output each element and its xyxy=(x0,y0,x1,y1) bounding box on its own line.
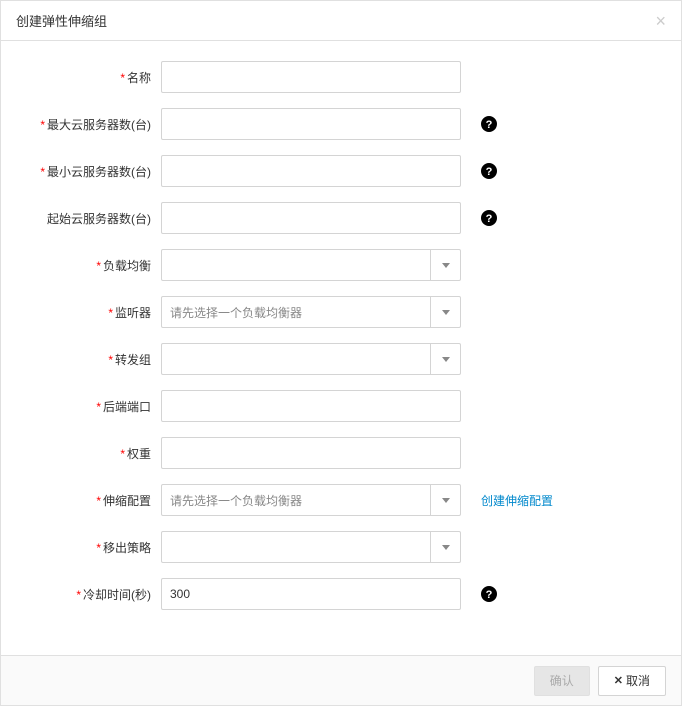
label-forward-group: *转发组 xyxy=(21,351,161,368)
form-row-removal-policy: *移出策略 xyxy=(21,531,661,563)
close-button[interactable]: × xyxy=(655,12,666,30)
modal-body: *名称 *最大云服务器数(台) ? *最小云服务器数(台) ? xyxy=(1,41,681,655)
label-listener: *监听器 xyxy=(21,304,161,321)
form-row-initial-servers: 起始云服务器数(台) ? xyxy=(21,202,661,234)
initial-servers-input[interactable] xyxy=(161,202,461,234)
form-row-listener: *监听器 请先选择一个负载均衡器 xyxy=(21,296,661,328)
form-row-max-servers: *最大云服务器数(台) ? xyxy=(21,108,661,140)
form-row-weight: *权重 xyxy=(21,437,661,469)
create-scaling-config-link[interactable]: 创建伸缩配置 xyxy=(481,492,553,509)
label-initial-servers: 起始云服务器数(台) xyxy=(21,210,161,227)
scaling-config-select[interactable]: 请先选择一个负载均衡器 xyxy=(161,484,461,516)
label-load-balancer: *负载均衡 xyxy=(21,257,161,274)
modal-footer: 确认 ✕ 取消 xyxy=(1,655,681,705)
label-scaling-config: *伸缩配置 xyxy=(21,492,161,509)
form-row-backend-port: *后端端口 xyxy=(21,390,661,422)
listener-select[interactable]: 请先选择一个负载均衡器 xyxy=(161,296,461,328)
label-weight: *权重 xyxy=(21,445,161,462)
cooldown-input[interactable] xyxy=(161,578,461,610)
label-removal-policy: *移出策略 xyxy=(21,539,161,556)
chevron-down-icon xyxy=(430,532,460,562)
close-icon: × xyxy=(655,11,666,31)
removal-policy-select[interactable] xyxy=(161,531,461,563)
confirm-button[interactable]: 确认 xyxy=(534,666,590,696)
form-row-name: *名称 xyxy=(21,61,661,93)
create-scaling-group-modal: 创建弹性伸缩组 × *名称 *最大云服务器数(台) ? *最小云服务器数(台) xyxy=(0,0,682,706)
close-icon: ✕ xyxy=(614,674,623,687)
forward-group-select[interactable] xyxy=(161,343,461,375)
chevron-down-icon xyxy=(430,344,460,374)
weight-input[interactable] xyxy=(161,437,461,469)
form-row-min-servers: *最小云服务器数(台) ? xyxy=(21,155,661,187)
help-icon[interactable]: ? xyxy=(481,116,497,132)
svg-text:?: ? xyxy=(486,213,493,225)
help-icon[interactable]: ? xyxy=(481,210,497,226)
chevron-down-icon xyxy=(430,485,460,515)
label-name: *名称 xyxy=(21,69,161,86)
label-backend-port: *后端端口 xyxy=(21,398,161,415)
svg-text:?: ? xyxy=(486,589,493,601)
modal-header: 创建弹性伸缩组 × xyxy=(1,1,681,41)
svg-text:?: ? xyxy=(486,119,493,131)
form-row-forward-group: *转发组 xyxy=(21,343,661,375)
max-servers-input[interactable] xyxy=(161,108,461,140)
svg-text:?: ? xyxy=(486,166,493,178)
name-input[interactable] xyxy=(161,61,461,93)
help-icon[interactable]: ? xyxy=(481,586,497,602)
chevron-down-icon xyxy=(430,250,460,280)
chevron-down-icon xyxy=(430,297,460,327)
backend-port-input[interactable] xyxy=(161,390,461,422)
label-min-servers: *最小云服务器数(台) xyxy=(21,163,161,180)
form-row-load-balancer: *负载均衡 xyxy=(21,249,661,281)
label-cooldown: *冷却时间(秒) xyxy=(21,586,161,603)
cancel-button[interactable]: ✕ 取消 xyxy=(598,666,666,696)
help-icon[interactable]: ? xyxy=(481,163,497,179)
load-balancer-select[interactable] xyxy=(161,249,461,281)
label-max-servers: *最大云服务器数(台) xyxy=(21,116,161,133)
min-servers-input[interactable] xyxy=(161,155,461,187)
form-row-cooldown: *冷却时间(秒) ? xyxy=(21,578,661,610)
modal-title: 创建弹性伸缩组 xyxy=(16,11,107,30)
form-row-scaling-config: *伸缩配置 请先选择一个负载均衡器 创建伸缩配置 xyxy=(21,484,661,516)
